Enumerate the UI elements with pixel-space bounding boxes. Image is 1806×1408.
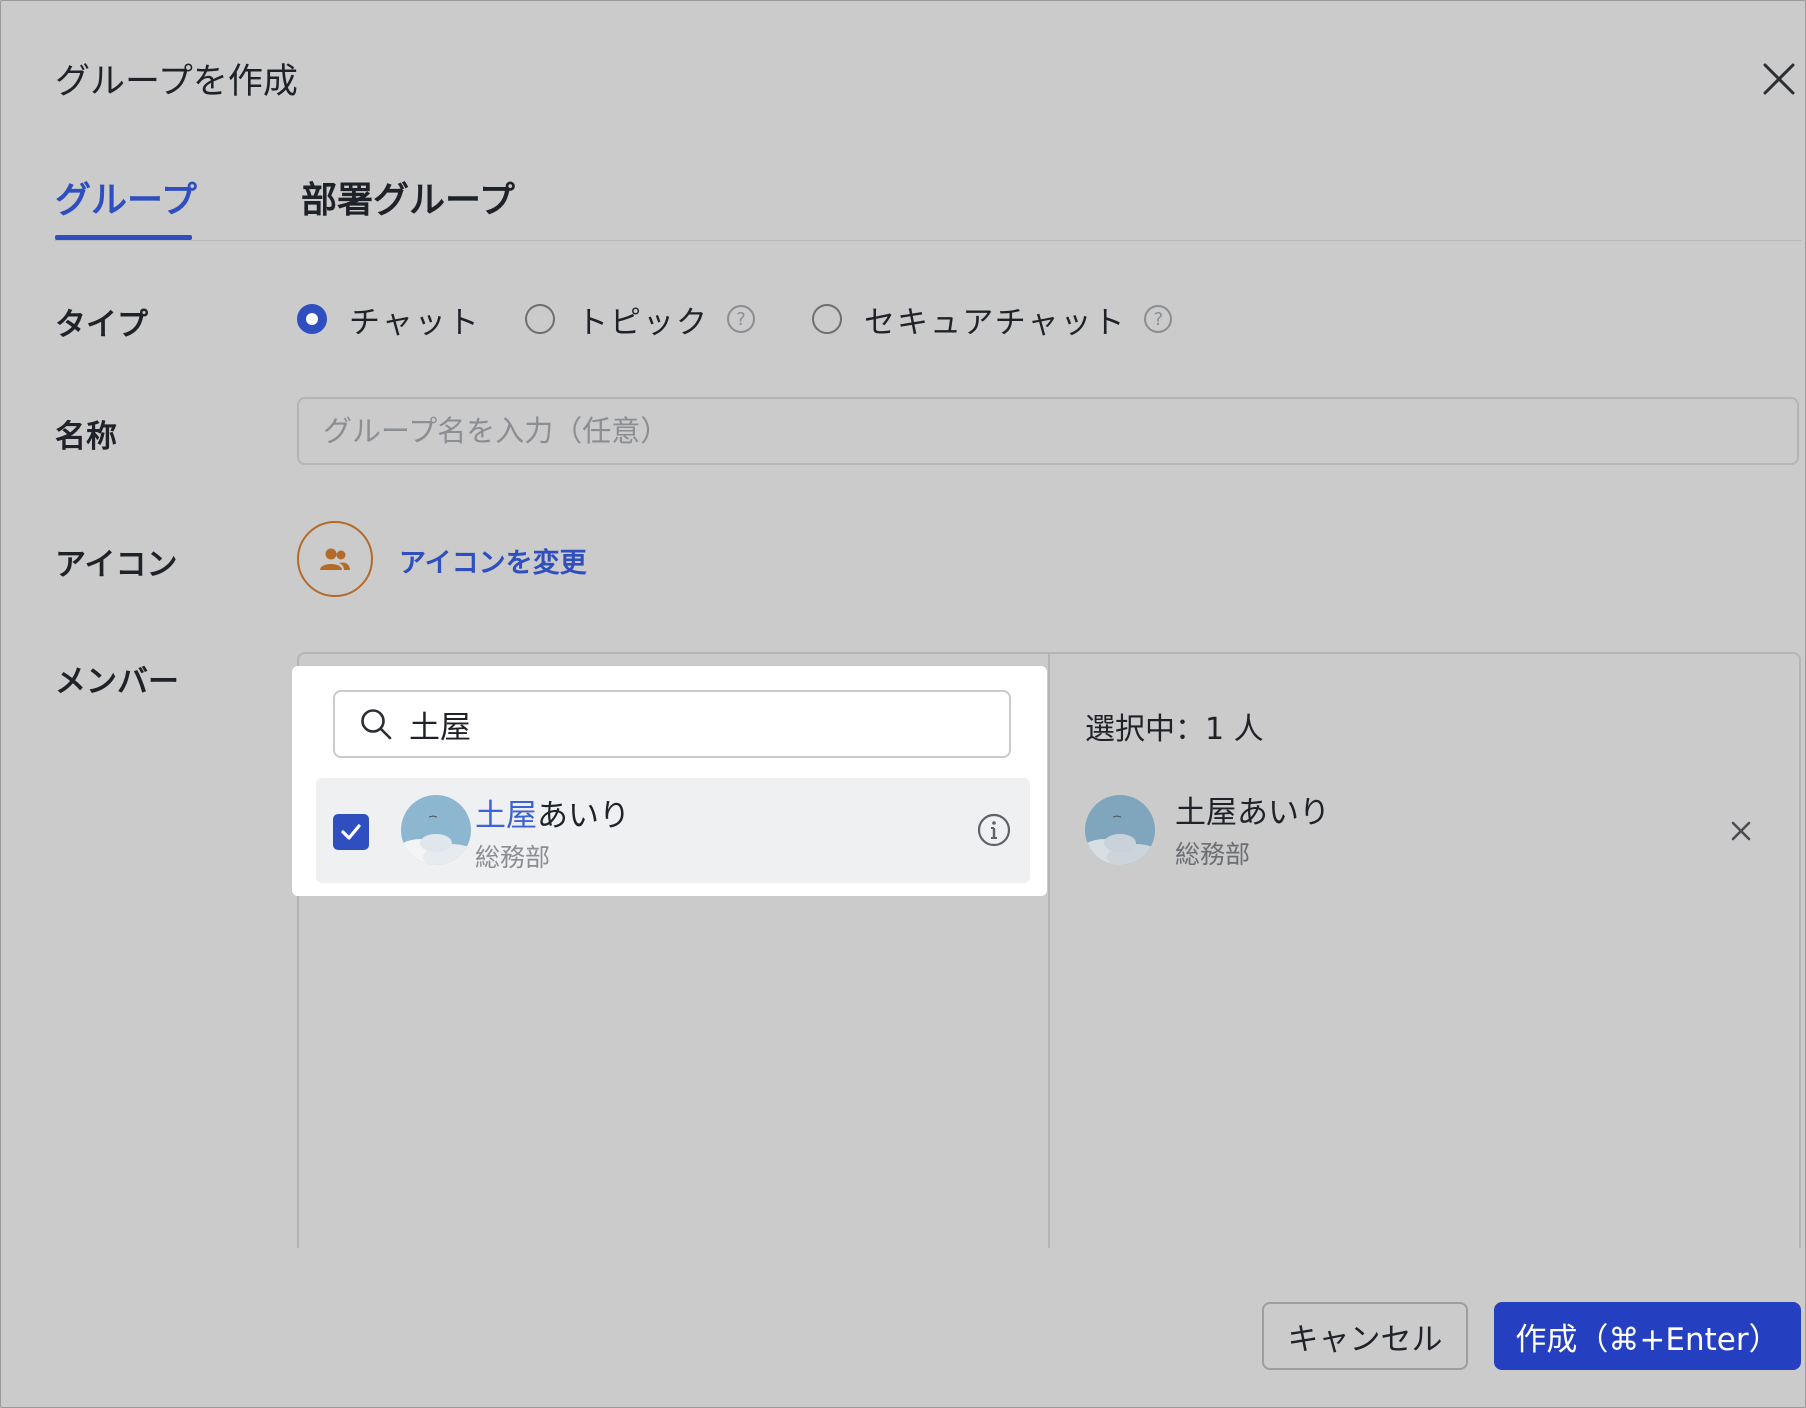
change-icon-link[interactable]: アイコンを変更 (399, 541, 587, 580)
member-search-input[interactable]: 土屋 (333, 690, 1011, 758)
result-member-name: 土屋あいり (475, 790, 630, 835)
radio-option-chat[interactable]: チャット (297, 299, 481, 341)
question-circle-icon[interactable]: ? (1144, 305, 1173, 333)
group-name-input[interactable] (297, 397, 1799, 465)
member-checkbox[interactable] (333, 814, 369, 850)
tab-department-group[interactable]: 部署グループ (301, 171, 515, 223)
check-icon (341, 824, 361, 840)
name-label: 名称 (55, 419, 117, 455)
name-match-highlight: 土屋 (475, 798, 537, 834)
avatar (1085, 795, 1155, 865)
create-group-dialog: グループを作成 グループ 部署グループ タイプ チャット トピック ? セキュア… (0, 0, 1806, 1408)
name-rest: あいり (537, 798, 630, 834)
group-icon-avatar[interactable] (297, 521, 373, 597)
radio-option-topic[interactable]: トピック ? (525, 299, 755, 341)
result-member-department: 総務部 (475, 843, 551, 872)
selected-member-name: 土屋あいり (1175, 795, 1330, 831)
close-icon[interactable] (1753, 53, 1803, 103)
member-selector-divider (1048, 653, 1050, 1248)
avatar (401, 795, 471, 865)
member-label: メンバー (55, 664, 179, 700)
cancel-button[interactable]: キャンセル (1262, 1302, 1468, 1370)
type-label: タイプ (55, 307, 148, 343)
remove-member-icon[interactable] (1727, 817, 1755, 845)
radio-chat[interactable] (297, 304, 327, 334)
icon-label: アイコン (55, 547, 178, 583)
info-icon[interactable] (976, 812, 1012, 848)
tab-divider (55, 240, 1802, 241)
question-circle-icon[interactable]: ? (727, 305, 755, 333)
people-icon (320, 548, 350, 570)
member-search-panel: 土屋 土屋あいり 総務部 (292, 666, 1047, 896)
tab-group[interactable]: グループ (55, 171, 197, 223)
radio-secure-chat[interactable] (812, 304, 842, 334)
search-icon (361, 709, 392, 740)
create-button[interactable]: 作成（⌘+Enter） (1494, 1302, 1801, 1370)
radio-topic[interactable] (525, 304, 555, 334)
radio-topic-label: トピック (577, 304, 709, 341)
search-query: 土屋 (409, 709, 471, 746)
radio-option-secure-chat[interactable]: セキュアチャット ? (812, 299, 1173, 341)
radio-chat-label: チャット (349, 304, 481, 341)
radio-secure-chat-label: セキュアチャット (864, 304, 1127, 341)
selected-count: 選択中：1 人 (1085, 712, 1264, 747)
selected-member-department: 総務部 (1175, 840, 1251, 869)
search-result-row[interactable]: 土屋あいり 総務部 (316, 778, 1030, 883)
dialog-title: グループを作成 (55, 62, 298, 102)
